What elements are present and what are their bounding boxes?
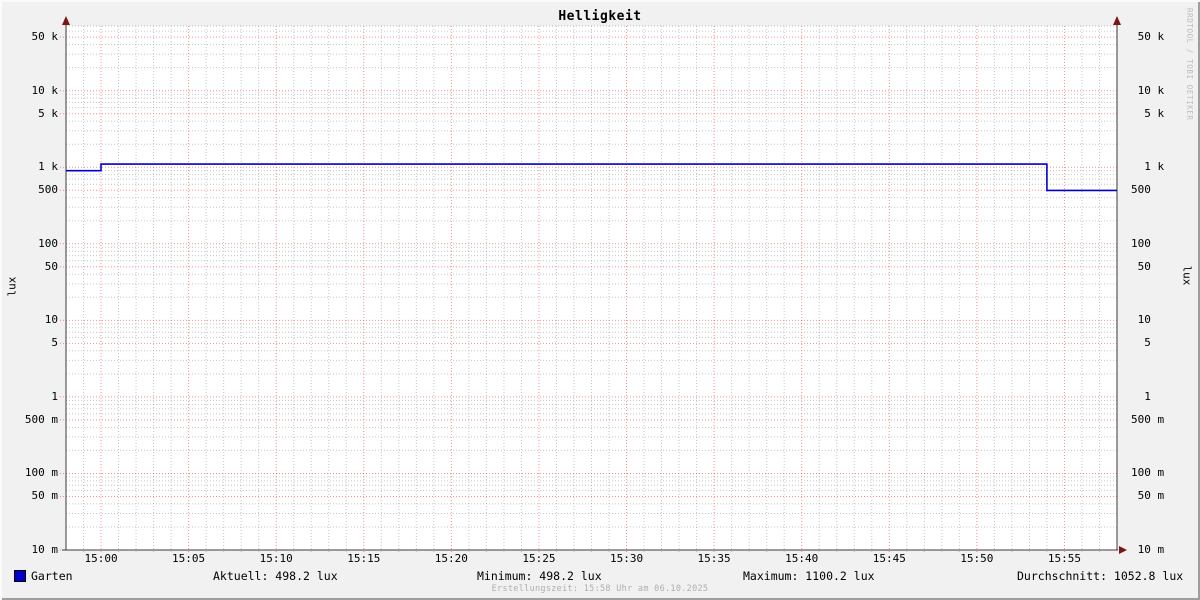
rrdtool-graph: Helligkeit 50 k 10 k5 k1 k 500 100 50 10 5 1 500… — [0, 0, 1200, 600]
x-tick-label: 15:10 — [259, 552, 293, 565]
stat-minimum: Minimum: 498.2 lux — [477, 569, 602, 583]
x-tick-label: 15:20 — [434, 552, 468, 565]
legend-row: Garten Aktuell: 498.2 lux Minimum: 498.2… — [0, 568, 1200, 584]
y-tick-label: 100 — [38, 236, 58, 250]
x-tick-label: 15:50 — [960, 552, 994, 565]
x-tick-label: 15:30 — [609, 552, 644, 565]
y-tick-label: 10 m — [31, 543, 59, 556]
y-tick-label: 1 k — [1131, 160, 1165, 174]
y-tick-label: 10 — [44, 313, 58, 327]
x-tick-label: 15:00 — [84, 552, 118, 565]
stat-aktuell: Aktuell: 498.2 lux — [213, 569, 338, 583]
y-tick-label: 100 m — [24, 466, 58, 480]
legend-series-label: Garten — [31, 569, 73, 583]
chart-title: Helligkeit — [558, 9, 642, 24]
creation-timestamp: Erstellungszeit: 15:58 Uhr am 06.10.2025 — [491, 584, 709, 594]
y-tick-label: 1 — [1131, 389, 1151, 403]
rrdtool-watermark: RRDTOOL / TOBI OETIKER — [1185, 8, 1194, 121]
y-tick-label: 500 — [38, 183, 58, 197]
y-tick-label: 100 — [1131, 236, 1151, 250]
x-tick-label: 15:05 — [172, 552, 206, 565]
x-tick-label: 15:15 — [347, 552, 381, 565]
y-axis-label-right: lux — [1180, 265, 1194, 286]
y-tick-label: 500 m — [1131, 412, 1165, 426]
y-tick-label: 5 — [1131, 336, 1151, 350]
y-tick-label: 10 k — [31, 83, 59, 97]
y-tick-label: 100 m — [1131, 466, 1165, 480]
y-tick-label: 1 k — [38, 160, 58, 174]
y-tick-label: 50 m — [1131, 489, 1165, 503]
y-tick-label: 50 m — [31, 489, 59, 503]
y-tick-label: 1 — [51, 389, 58, 403]
y-tick-label: 5 k — [38, 106, 58, 120]
x-tick-label: 15:55 — [1047, 552, 1081, 565]
stat-maximum: Maximum: 1100.2 lux — [743, 569, 875, 583]
legend-swatch-garten — [14, 570, 26, 582]
stat-durchschnitt: Durchschnitt: 1052.8 lux — [1017, 569, 1184, 583]
y-tick-label: 10 m — [1131, 543, 1165, 556]
chart-canvas — [60, 16, 1127, 554]
x-tick-label: 15:40 — [785, 552, 819, 565]
y-tick-label: 5 — [51, 336, 58, 350]
y-tick-label: 10 — [1131, 313, 1151, 327]
x-tick-label: 15:35 — [697, 552, 731, 565]
y-tick-label: 50 k — [31, 30, 59, 44]
y-axis-label-left: lux — [5, 276, 19, 297]
y-tick-label: 500 m — [24, 412, 58, 426]
y-tick-label: 500 — [1131, 183, 1151, 197]
x-tick-label: 15:45 — [872, 552, 906, 565]
x-tick-label: 15:25 — [522, 552, 556, 565]
